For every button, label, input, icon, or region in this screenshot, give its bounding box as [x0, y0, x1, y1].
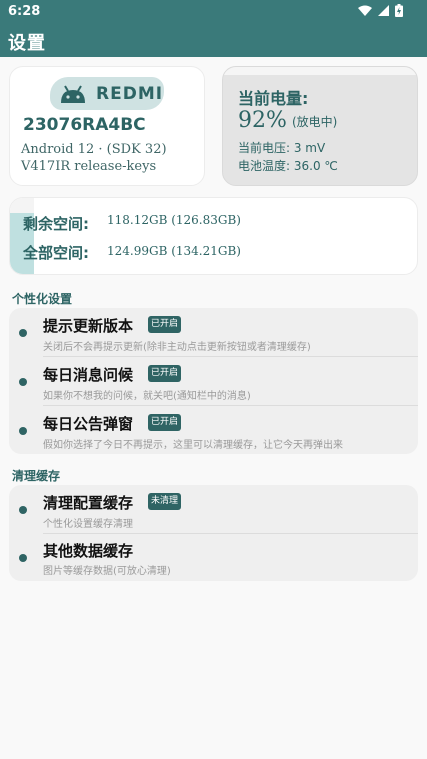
setting-daily-greeting[interactable]: 每日消息问候 已开启 如果你不想我的问候，就关吧(通知栏中的消息) — [9, 357, 418, 405]
setting-subtitle: 个性化设置缓存清理 — [43, 519, 133, 530]
setting-daily-notice[interactable]: 每日公告弹窗 已开启 假如你选择了今日不再提示，这里可以清理缓存，让它今天再弹出… — [9, 406, 418, 454]
free-space-value: 118.12GB (126.83GB) — [107, 213, 241, 227]
bullet-icon — [19, 427, 27, 435]
bullet-icon — [19, 554, 27, 562]
android-version: Android 12 · (SDK 32) — [21, 142, 167, 157]
brand-pill: REDMI — [50, 77, 164, 110]
device-brand: REDMI — [96, 83, 164, 104]
setting-title: 其他数据缓存 — [43, 542, 134, 560]
section-title-cache: 清理缓存 — [12, 469, 61, 483]
device-info-card: REDMI 23076RA4BC Android 12 · (SDK 32) V… — [9, 66, 205, 186]
section-title-personalization: 个性化设置 — [12, 292, 73, 306]
setting-update-prompt[interactable]: 提示更新版本 已开启 关闭后不会再提示更新(除非主动点击更新按钮或者清理缓存) — [9, 308, 418, 356]
device-model: 23076RA4BC — [23, 115, 146, 135]
app-bar: 6:28 设置 — [0, 0, 427, 57]
setting-subtitle: 图片等缓存数据(可放心清理) — [43, 566, 171, 577]
status-time: 6:28 — [8, 4, 41, 19]
setting-title: 清理配置缓存 — [43, 494, 134, 512]
battery-card: 当前电量: 92% (放电中) 当前电压: 3 mV 电池温度: 36.0 ℃ — [222, 66, 418, 186]
personalization-group: 提示更新版本 已开启 关闭后不会再提示更新(除非主动点击更新按钮或者清理缓存) … — [9, 308, 418, 454]
setting-subtitle: 关闭后不会再提示更新(除非主动点击更新按钮或者清理缓存) — [43, 342, 311, 353]
status-badge: 已开启 — [148, 365, 182, 382]
battery-voltage: 当前电压: 3 mV — [238, 141, 326, 155]
battery-card-strip — [223, 67, 417, 75]
status-badge: 已开启 — [148, 414, 182, 431]
battery-state: (放电中) — [292, 115, 338, 129]
status-badge: 未清理 — [148, 493, 182, 510]
setting-title: 每日公告弹窗 — [43, 415, 134, 433]
free-space-label: 剩余空间: — [23, 215, 89, 233]
total-space-label: 全部空间: — [23, 244, 89, 262]
storage-card: 剩余空间: 118.12GB (126.83GB) 全部空间: 124.99GB… — [9, 197, 418, 275]
status-badge: 已开启 — [148, 316, 182, 333]
setting-title: 每日消息问候 — [43, 366, 134, 384]
setting-subtitle: 如果你不想我的问候，就关吧(通知栏中的消息) — [43, 391, 251, 402]
battery-charging-icon — [395, 4, 403, 17]
wifi-icon — [358, 5, 372, 16]
build-version: V417IR release-keys — [21, 159, 157, 174]
clear-other-cache[interactable]: 其他数据缓存 图片等缓存数据(可放心清理) — [9, 534, 418, 581]
cache-group: 清理配置缓存 未清理 个性化设置缓存清理 其他数据缓存 图片等缓存数据(可放心清… — [9, 485, 418, 581]
clear-config-cache[interactable]: 清理配置缓存 未清理 个性化设置缓存清理 — [9, 485, 418, 533]
bullet-icon — [19, 329, 27, 337]
signal-icon — [378, 5, 389, 16]
battery-title: 当前电量: — [238, 89, 309, 108]
bullet-icon — [19, 506, 27, 514]
total-space-value: 124.99GB (134.21GB) — [107, 244, 241, 258]
battery-temperature: 电池温度: 36.0 ℃ — [238, 159, 338, 173]
setting-subtitle: 假如你选择了今日不再提示，这里可以清理缓存，让它今天再弹出来 — [43, 440, 343, 451]
page-title: 设置 — [8, 33, 46, 54]
android-icon — [61, 84, 85, 103]
battery-percent: 92% — [238, 108, 287, 133]
setting-title: 提示更新版本 — [43, 317, 134, 335]
status-icons — [358, 4, 403, 17]
bullet-icon — [19, 378, 27, 386]
